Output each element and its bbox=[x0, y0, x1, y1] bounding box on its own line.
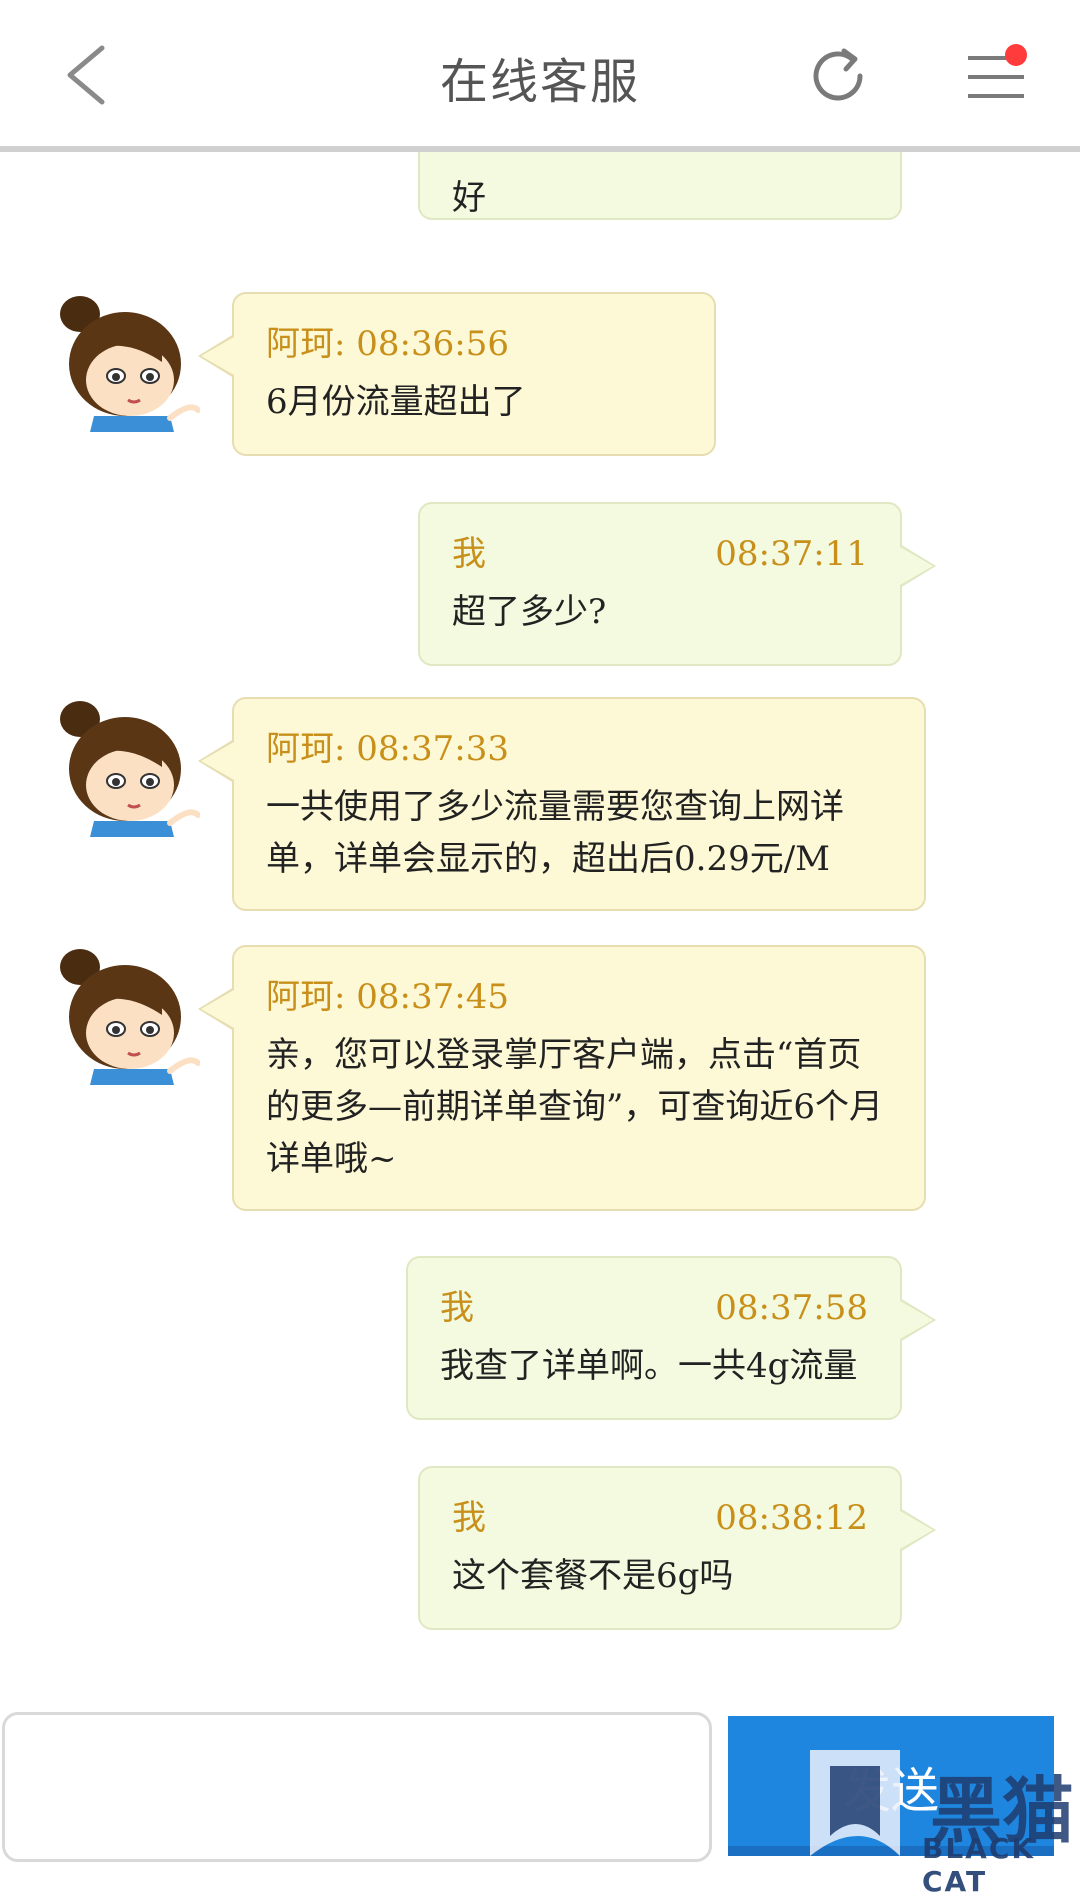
message-time: 08:38:12 bbox=[715, 1498, 868, 1538]
message-meta: 我 08:38:12 bbox=[452, 1490, 868, 1546]
message-meta: 阿珂: 08:36:56 bbox=[266, 316, 682, 372]
message-text: 一共使用了多少流量需要您查询上网详单，详单会显示的，超出后0.29元/M bbox=[266, 787, 844, 879]
chat-message-partial: 好 bbox=[418, 152, 902, 220]
message-text: 这个套餐不是6g吗 bbox=[452, 1556, 734, 1596]
sender-name: 阿珂: bbox=[266, 324, 346, 364]
message-text: 6月份流量超出了 bbox=[266, 382, 526, 422]
message-meta: 我 08:37:11 bbox=[452, 526, 868, 582]
message-input[interactable] bbox=[2, 1712, 712, 1862]
sender-name: 阿珂: bbox=[266, 729, 346, 769]
sender-name: 我 bbox=[440, 1288, 474, 1328]
message-text: 好 bbox=[452, 178, 486, 218]
sender-name: 我 bbox=[452, 1498, 486, 1538]
top-bar: 在线客服 bbox=[0, 0, 1080, 152]
chat-message-me: 我 08:37:58 我查了详单啊。一共4g流量 bbox=[406, 1256, 936, 1420]
agent-avatar bbox=[60, 701, 200, 837]
message-text: 超了多少? bbox=[452, 592, 607, 632]
chat-message-me: 我 08:38:12 这个套餐不是6g吗 bbox=[418, 1466, 936, 1630]
message-meta: 阿珂: 08:37:45 bbox=[266, 969, 892, 1025]
message-time: 08:37:11 bbox=[715, 534, 868, 574]
message-meta: 阿珂: 08:37:33 bbox=[266, 721, 892, 777]
chat-area[interactable]: 好 阿珂: 08:36:56 6月份流量超出了 我 08:37:11 超了多少? bbox=[0, 152, 1080, 1702]
sender-name: 我 bbox=[452, 534, 486, 574]
chat-message-me: 我 08:37:11 超了多少? bbox=[418, 502, 936, 666]
message-time: 08:36:56 bbox=[356, 324, 509, 364]
composer-bar: 发送 bbox=[0, 1702, 1080, 1870]
watermark-subtext: BLACK CAT bbox=[922, 1832, 1036, 1898]
message-time: 08:37:45 bbox=[356, 977, 509, 1017]
chat-message-agent: 阿珂: 08:37:33 一共使用了多少流量需要您查询上网详单，详单会显示的，超… bbox=[198, 697, 926, 911]
agent-avatar bbox=[60, 949, 200, 1085]
chat-message-agent: 阿珂: 08:36:56 6月份流量超出了 bbox=[198, 292, 716, 456]
refresh-icon bbox=[813, 48, 863, 101]
message-time: 08:37:33 bbox=[356, 729, 509, 769]
message-time: 08:37:58 bbox=[715, 1288, 868, 1328]
chevron-left-icon bbox=[67, 45, 105, 105]
agent-avatar bbox=[60, 296, 200, 432]
page-title: 在线客服 bbox=[439, 54, 640, 110]
message-text: 我查了详单啊。一共4g流量 bbox=[440, 1346, 858, 1386]
refresh-button[interactable] bbox=[808, 45, 870, 107]
message-text: 亲，您可以登录掌厅客户端，点击“首页的更多—前期详单查询”，可查询近6个月详单哦… bbox=[266, 1035, 884, 1179]
message-meta: 我 08:37:58 bbox=[440, 1280, 868, 1336]
notification-dot bbox=[1005, 44, 1027, 66]
sender-name: 阿珂: bbox=[266, 977, 346, 1017]
chat-message-agent: 阿珂: 08:37:45 亲，您可以登录掌厅客户端，点击“首页的更多—前期详单查… bbox=[198, 945, 926, 1211]
back-button[interactable] bbox=[60, 40, 120, 110]
